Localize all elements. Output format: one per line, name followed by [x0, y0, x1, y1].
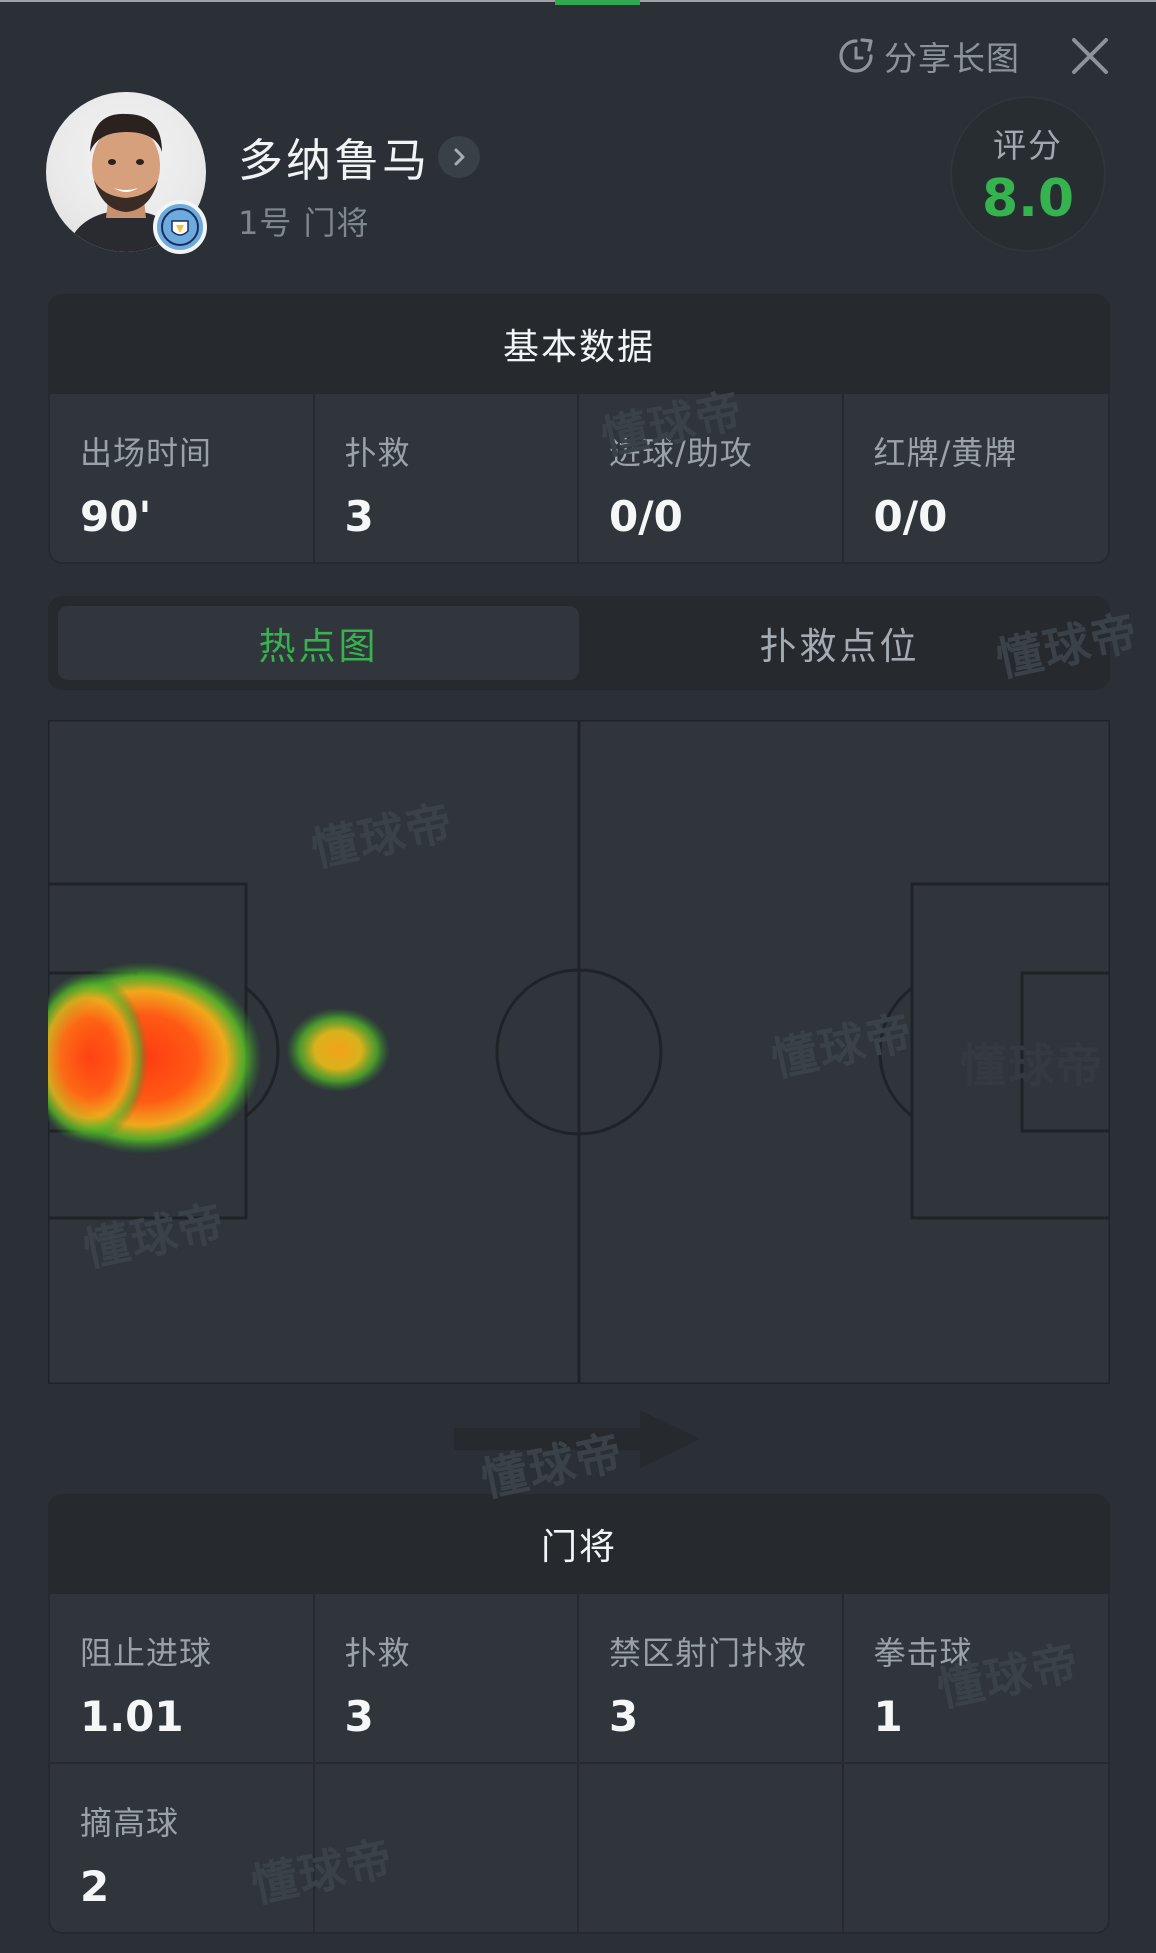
player-number-position: 1号 门将 [238, 204, 370, 242]
goalkeeper-stats-title: 门将 [50, 1496, 1108, 1592]
share-refresh-icon [839, 38, 873, 73]
stat-label: 扑救 [344, 434, 411, 472]
stat-label: 红牌/黄牌 [873, 434, 1018, 472]
rating-label: 评分 [993, 126, 1063, 165]
share-label: 分享长图 [884, 39, 1020, 78]
goalkeeper-stats-card: 门将 阻止进球 1.01 扑救 3 禁区射门扑救 3 拳击球 1 摘高球 2 [48, 1494, 1110, 1934]
stat-value: 1 [873, 1692, 903, 1741]
empty-cell [843, 1762, 1108, 1932]
empty-cell [314, 1762, 579, 1932]
tab-save-locations[interactable]: 扑救点位 [579, 606, 1100, 680]
attack-direction-arrow-icon [454, 1410, 700, 1468]
basic-stats-title: 基本数据 [50, 296, 1108, 392]
stat-saves: 扑救 3 [314, 392, 579, 562]
chevron-right-icon [454, 148, 465, 166]
tab-heatmap[interactable]: 热点图 [58, 606, 579, 680]
stat-label: 摘高球 [80, 1804, 180, 1842]
club-badge-icon [153, 200, 207, 254]
share-long-image-button[interactable]: 分享长图 [836, 34, 1020, 78]
stat-label: 进球/助攻 [609, 434, 753, 472]
heat-zone-penalty-edge [286, 1008, 390, 1092]
stat-value: 90' [80, 492, 152, 541]
stat-value: 3 [344, 1692, 374, 1741]
stat-value: 1.01 [80, 1692, 184, 1741]
stat-value: 0/0 [873, 492, 948, 541]
stat-saves: 扑救 3 [314, 1592, 579, 1762]
stat-value: 2 [80, 1862, 110, 1911]
stat-cards: 红牌/黄牌 0/0 [843, 392, 1108, 562]
stat-punches: 拳击球 1 [843, 1592, 1108, 1762]
stat-goals-assists: 进球/助攻 0/0 [579, 392, 844, 562]
stat-label: 阻止进球 [80, 1634, 213, 1672]
player-name[interactable]: 多纳鲁马 [238, 124, 430, 189]
basic-stats-card: 基本数据 出场时间 90' 扑救 3 进球/助攻 0/0 红牌/黄牌 0/0 [48, 294, 1110, 564]
stat-value: 3 [344, 492, 374, 541]
drag-handle-indicator[interactable] [555, 0, 640, 5]
rating-badge: 评分 8.0 [950, 96, 1106, 252]
stat-saves-inside-box: 禁区射门扑救 3 [579, 1592, 844, 1762]
stat-high-claims: 摘高球 2 [50, 1762, 315, 1932]
empty-cell [579, 1762, 844, 1932]
player-detail-button[interactable] [438, 136, 480, 178]
stat-value: 0/0 [609, 492, 683, 541]
stat-label: 出场时间 [80, 434, 213, 472]
close-icon[interactable] [1066, 32, 1114, 80]
stat-label: 拳击球 [873, 1634, 973, 1672]
heatmap-pitch [48, 720, 1110, 1384]
rating-value: 8.0 [981, 169, 1075, 229]
stat-goals-prevented: 阻止进球 1.01 [50, 1592, 315, 1762]
stat-label: 禁区射门扑救 [609, 1634, 808, 1672]
view-tabs: 热点图 扑救点位 [48, 596, 1110, 690]
stat-label: 扑救 [344, 1634, 411, 1672]
stat-value: 3 [609, 1692, 639, 1741]
stat-minutes: 出场时间 90' [50, 392, 315, 562]
